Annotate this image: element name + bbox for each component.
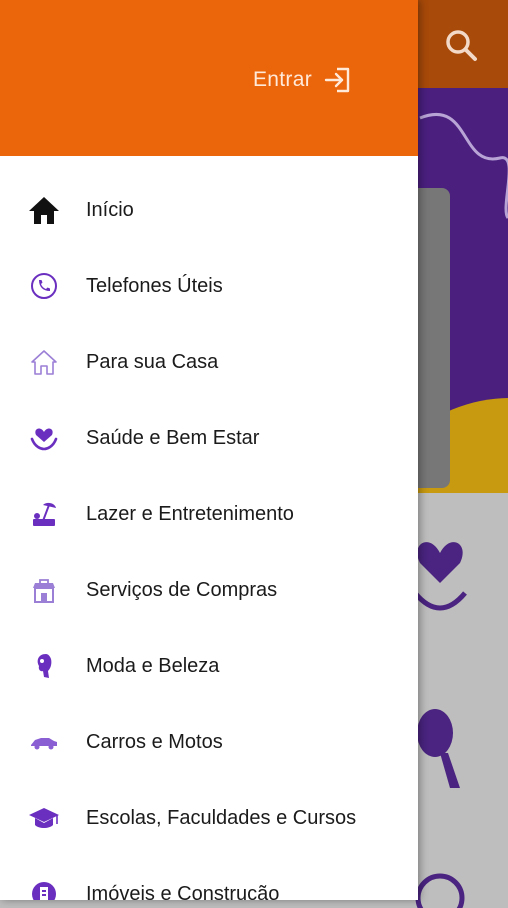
car-icon — [28, 726, 60, 758]
heart-hands-icon — [28, 422, 60, 454]
menu-item-compras[interactable]: Serviços de Compras — [0, 552, 418, 628]
drawer-menu: Início Telefones Úteis Para sua Casa Saú… — [0, 172, 418, 900]
menu-item-label: Carros e Motos — [86, 730, 223, 753]
navigation-drawer: Entrar Início Telefones Úteis Para sua C… — [0, 0, 418, 900]
login-button[interactable]: Entrar — [253, 66, 352, 94]
home-icon — [28, 194, 60, 226]
menu-item-label: Início — [86, 198, 134, 221]
menu-item-inicio[interactable]: Início — [0, 172, 418, 248]
search-icon — [446, 30, 477, 61]
menu-item-label: Saúde e Bem Estar — [86, 426, 260, 449]
health-category-icon[interactable] — [410, 533, 470, 623]
menu-item-saude[interactable]: Saúde e Bem Estar — [0, 400, 418, 476]
menu-item-telefones[interactable]: Telefones Úteis — [0, 248, 418, 324]
menu-item-label: Imóveis e Construção — [86, 882, 280, 901]
menu-item-label: Serviços de Compras — [86, 578, 278, 601]
shop-icon — [28, 574, 60, 606]
login-icon — [324, 67, 350, 93]
phone-icon — [28, 270, 60, 302]
menu-item-label: Telefones Úteis — [86, 274, 223, 297]
beauty-category-icon[interactable] — [410, 703, 470, 793]
menu-item-casa[interactable]: Para sua Casa — [0, 324, 418, 400]
menu-item-carros[interactable]: Carros e Motos — [0, 704, 418, 780]
house-outline-icon — [28, 346, 60, 378]
woman-face-icon — [28, 650, 60, 682]
drawer-header: Entrar — [0, 0, 418, 156]
menu-item-lazer[interactable]: Lazer e Entretenimento — [0, 476, 418, 552]
menu-item-moda[interactable]: Moda e Beleza — [0, 628, 418, 704]
menu-item-label: Para sua Casa — [86, 350, 219, 373]
building-icon — [28, 878, 60, 900]
menu-item-label: Escolas, Faculdades e Cursos — [86, 806, 357, 829]
login-label: Entrar — [253, 68, 312, 91]
graduation-cap-icon — [28, 802, 60, 834]
beach-icon — [28, 498, 60, 530]
menu-item-imoveis[interactable]: Imóveis e Construção — [0, 856, 418, 900]
menu-item-escolas[interactable]: Escolas, Faculdades e Cursos — [0, 780, 418, 856]
real-estate-category-icon[interactable] — [410, 868, 470, 908]
menu-item-label: Lazer e Entretenimento — [86, 502, 294, 525]
menu-item-label: Moda e Beleza — [86, 654, 220, 677]
search-button[interactable] — [442, 26, 482, 66]
